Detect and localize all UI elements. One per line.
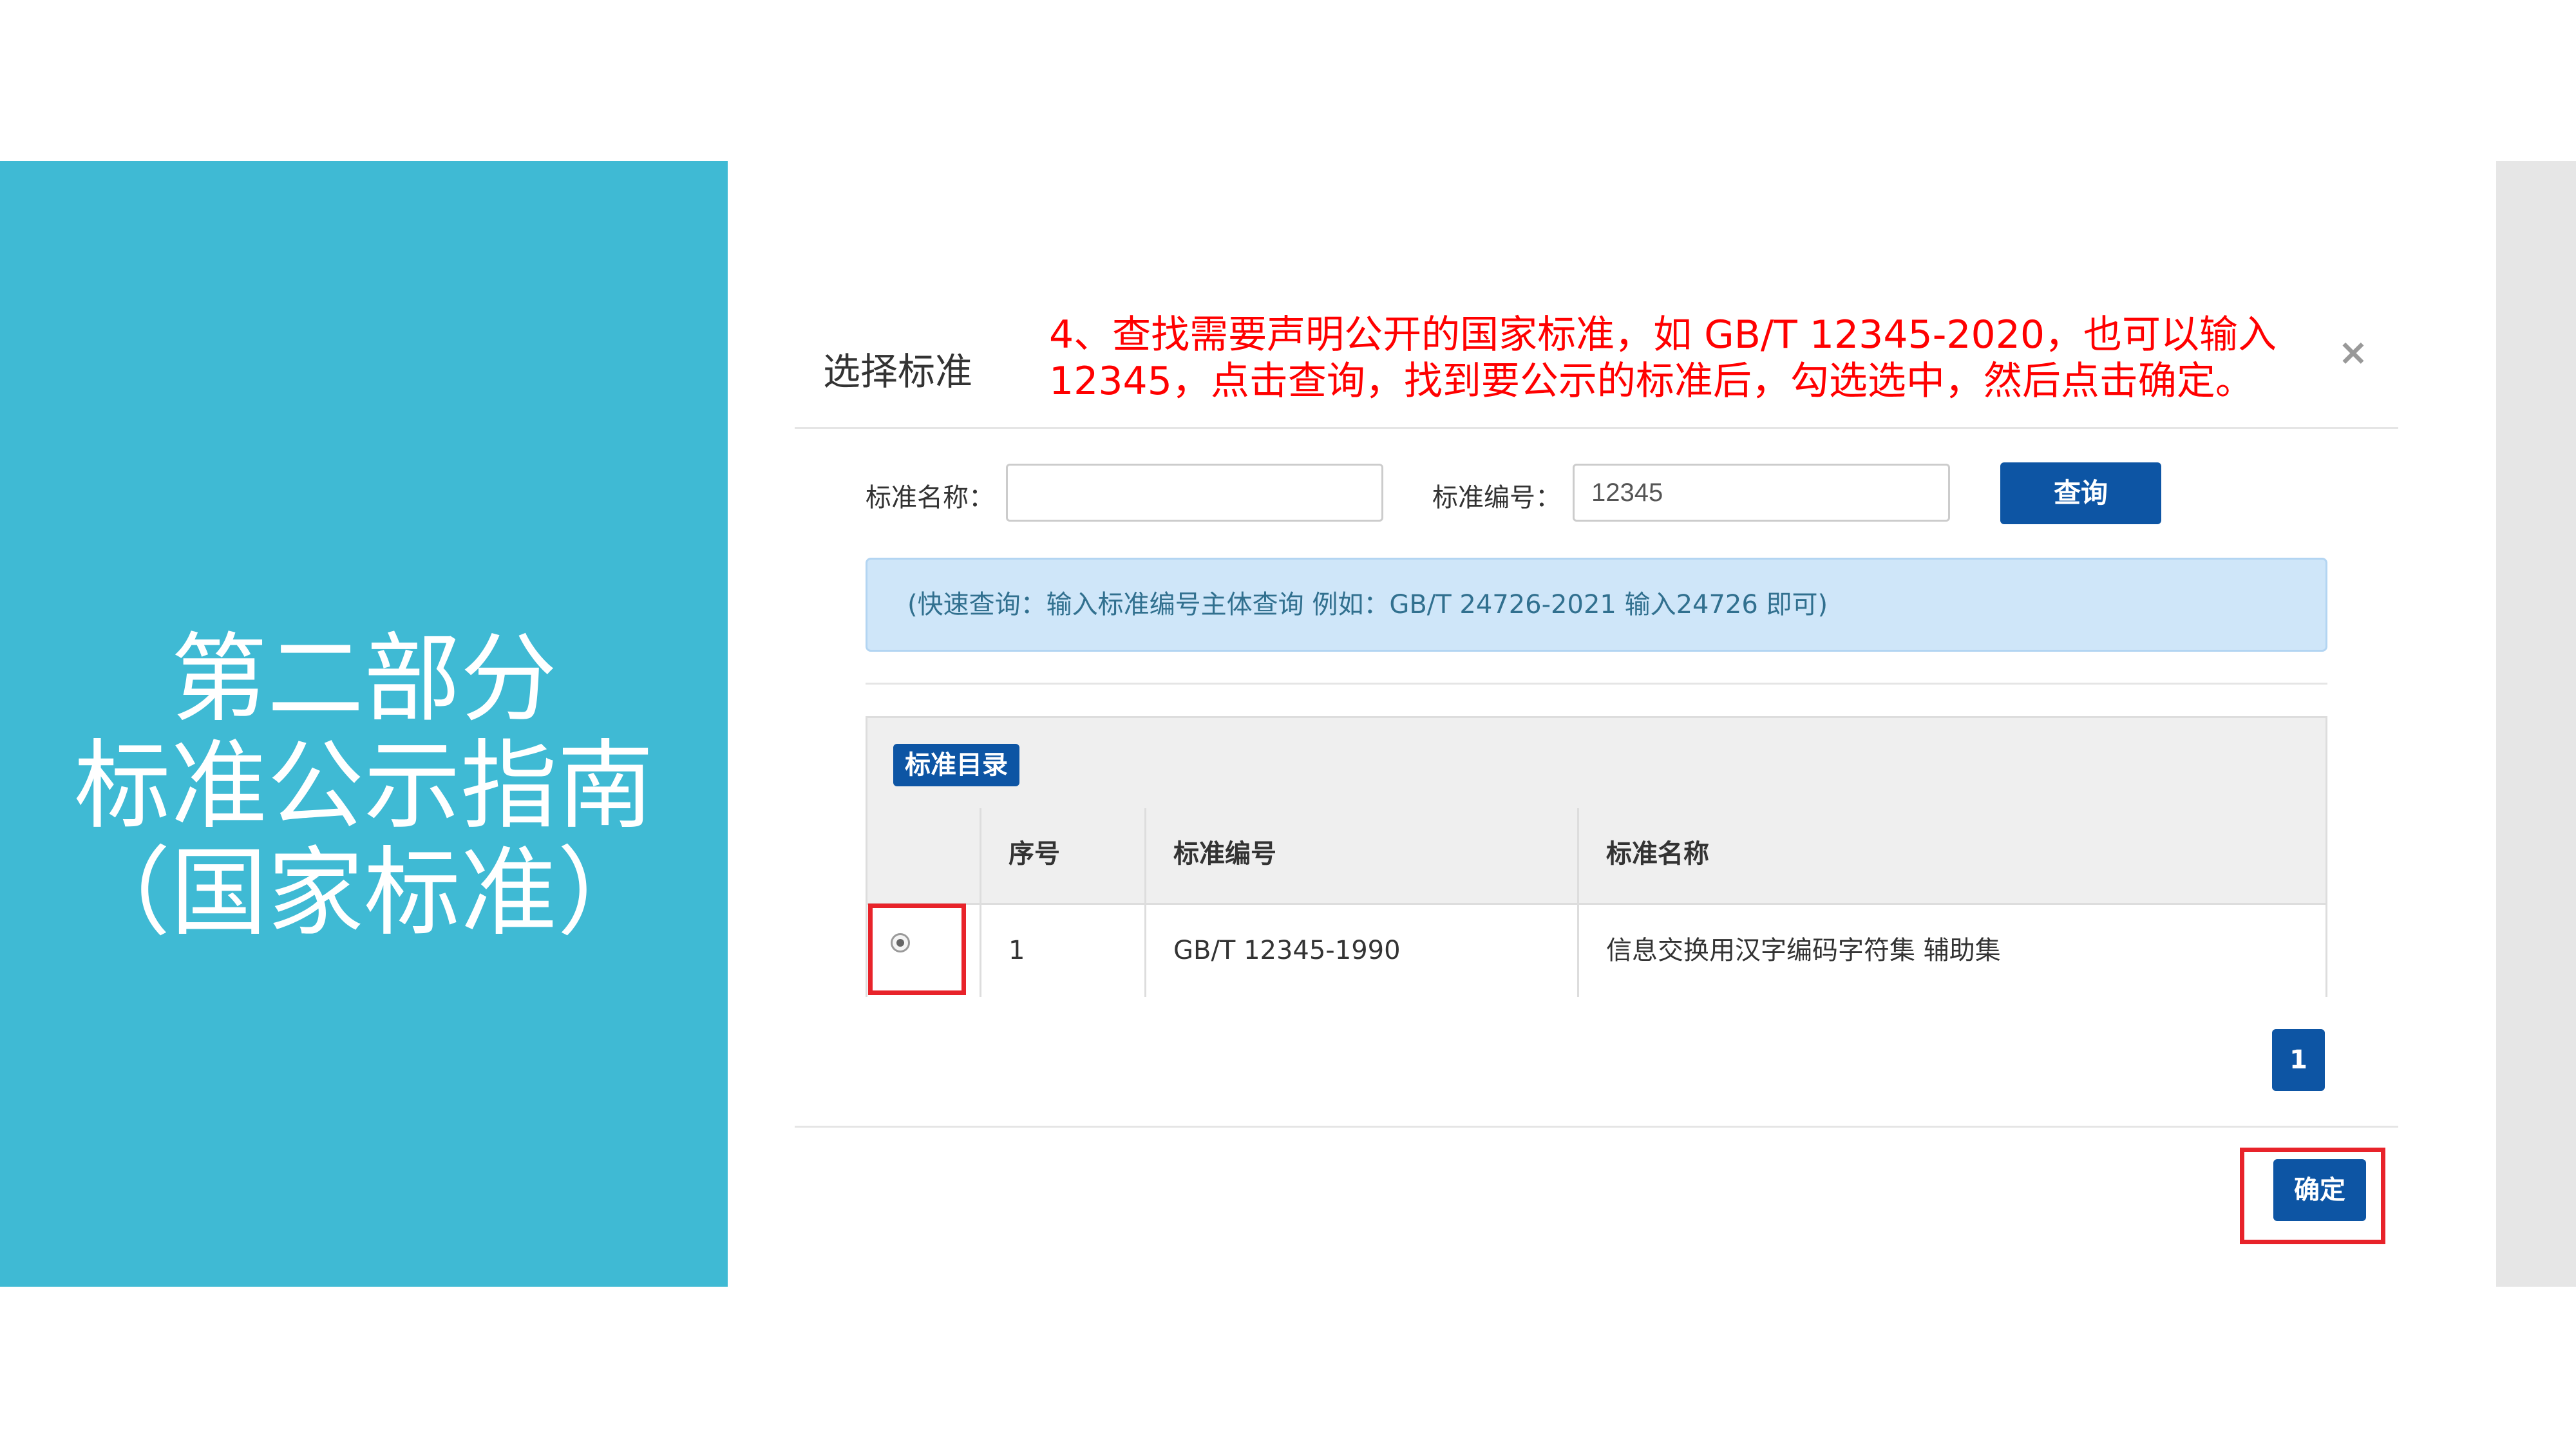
hint-divider	[866, 683, 2327, 685]
instruction-annotation: 4、查找需要声明公开的国家标准，如 GB/T 12345-2020，也可以输入 …	[1049, 312, 2344, 404]
background-gray-strip	[2496, 161, 2576, 1287]
annotation-line-2: 12345，点击查询，找到要公示的标准后，勾选选中，然后点击确定。	[1049, 359, 2254, 404]
annotation-line-1: 4、查找需要声明公开的国家标准，如 GB/T 12345-2020，也可以输入	[1049, 312, 2277, 357]
radio-highlight-box	[868, 904, 966, 995]
slide-left-panel: 第二部分 标准公示指南 （国家标准）	[0, 161, 728, 1287]
column-divider	[1577, 905, 1579, 997]
row-standard-name: 信息交换用汉字编码字符集 辅助集	[1606, 936, 2001, 965]
header-standard-number: 标准编号	[1173, 839, 1276, 869]
row-standard-number: GB/T 12345-1990	[1173, 936, 1401, 965]
page-button-1[interactable]: 1	[2272, 1029, 2325, 1091]
catalog-badge: 标准目录	[893, 744, 1019, 786]
slide-title: 第二部分 标准公示指南 （国家标准）	[0, 626, 728, 947]
header-divider	[795, 427, 2398, 429]
close-icon[interactable]: ×	[2333, 332, 2374, 374]
confirm-highlight-box	[2240, 1148, 2385, 1244]
search-button[interactable]: 查询	[2000, 462, 2161, 524]
footer-divider	[795, 1126, 2398, 1128]
quick-search-hint: (快速查询：输入标准编号主体查询 例如：GB/T 24726-2021 输入24…	[866, 558, 2327, 652]
standard-catalog-table: 标准目录 序号 标准编号 标准名称 1 GB/T 12345-1990 信息交换…	[866, 716, 2327, 997]
header-index: 序号	[1009, 839, 1060, 869]
dialog-title: 选择标准	[823, 350, 973, 393]
header-standard-name: 标准名称	[1606, 839, 1709, 869]
table-row[interactable]: 1 GB/T 12345-1990 信息交换用汉字编码字符集 辅助集	[867, 903, 2325, 997]
slide-title-line-1: 第二部分	[170, 623, 557, 735]
column-divider	[980, 905, 981, 997]
slide-title-line-2: 标准公示指南	[73, 730, 654, 842]
standard-number-label: 标准编号：	[1432, 483, 1561, 513]
standard-number-input[interactable]: 12345	[1573, 464, 1950, 522]
standard-name-label: 标准名称：	[866, 483, 994, 513]
column-divider	[1144, 905, 1146, 997]
slide-title-line-3: （国家标准）	[73, 837, 654, 949]
row-index: 1	[1009, 936, 1025, 965]
standard-name-input[interactable]	[1006, 464, 1383, 522]
select-standard-dialog: 选择标准 4、查找需要声明公开的国家标准，如 GB/T 12345-2020，也…	[795, 303, 2398, 1269]
